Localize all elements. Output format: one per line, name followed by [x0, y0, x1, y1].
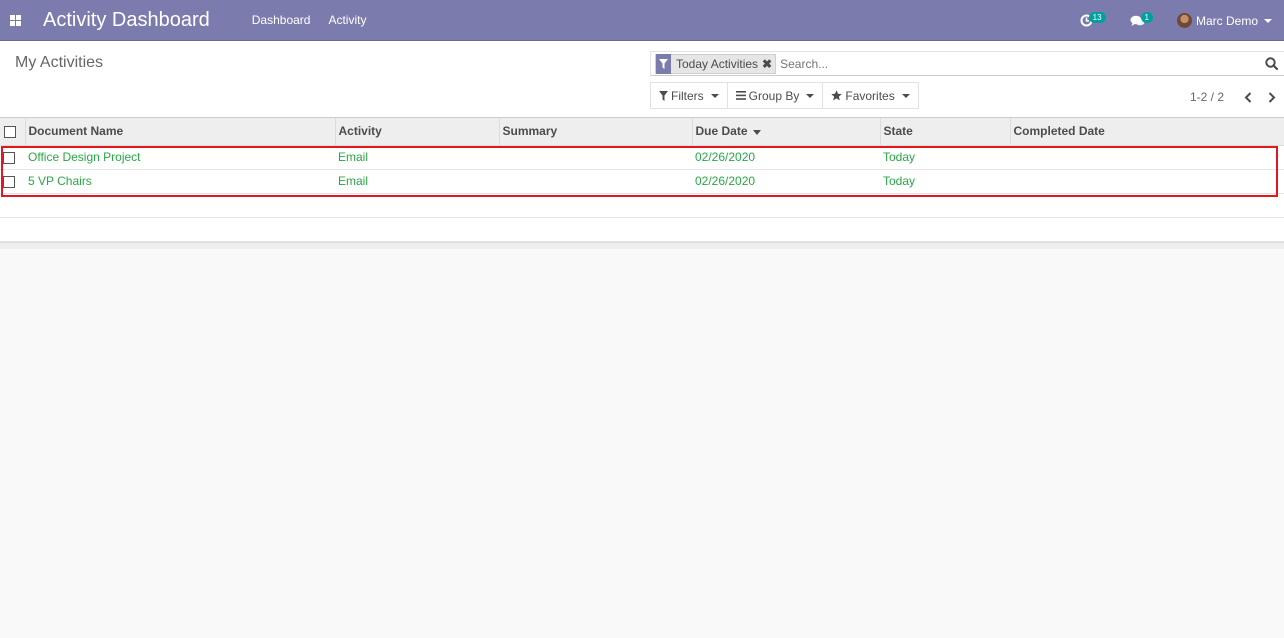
column-state[interactable]: State: [880, 118, 1011, 146]
chevron-left-icon[interactable]: [1236, 89, 1260, 105]
apps-menu-icon[interactable]: [0, 0, 30, 41]
bars-icon: [735, 91, 746, 100]
list-footer: [0, 242, 1284, 249]
table-row[interactable]: Office Design Project Email 02/26/2020 T…: [0, 145, 1284, 169]
cell-document-name[interactable]: Office Design Project: [25, 145, 335, 169]
menu-item-dashboard[interactable]: Dashboard: [252, 13, 311, 27]
pager-value[interactable]: 1-2 / 2: [1190, 90, 1224, 104]
column-completed-date[interactable]: Completed Date: [1010, 118, 1284, 146]
activity-count-badge: 13: [1088, 12, 1106, 23]
filter-icon: [656, 53, 671, 74]
user-menu[interactable]: Marc Demo: [1176, 13, 1272, 28]
pager: 1-2 / 2: [1190, 89, 1284, 105]
empty-row: [0, 217, 1284, 241]
select-all-checkbox[interactable]: [4, 126, 16, 139]
user-name: Marc Demo: [1195, 13, 1258, 28]
filter-icon: [659, 90, 668, 101]
app-title: Activity Dashboard: [43, 8, 210, 31]
activities-table: Document Name Activity Summary Due Date …: [0, 118, 1284, 242]
facet-label: Today Activities: [676, 56, 759, 71]
empty-cell: [0, 217, 1284, 241]
remove-facet-icon[interactable]: ✖: [762, 57, 775, 71]
star-icon: [831, 90, 843, 101]
cell-completed-date: [1010, 169, 1284, 193]
sort-desc-icon: [752, 129, 761, 135]
activity-systray[interactable]: 13: [1080, 12, 1110, 27]
cell-summary: [499, 145, 692, 169]
favorites-label: Favorites: [845, 88, 895, 103]
chevron-right-icon[interactable]: [1260, 89, 1284, 105]
messaging-systray[interactable]: 1: [1130, 12, 1157, 27]
chevron-down-icon: [710, 93, 719, 98]
group-by-button[interactable]: Group By: [726, 82, 824, 109]
column-due-date-label: Due Date: [695, 124, 748, 139]
top-navbar: Activity Dashboard Dashboard Activity 13…: [0, 0, 1284, 41]
cell-activity: Email: [338, 174, 369, 188]
cell-state: Today: [883, 150, 916, 164]
avatar: [1176, 13, 1192, 28]
column-activity[interactable]: Activity: [335, 118, 500, 146]
filters-label: Filters: [671, 88, 704, 103]
search-input[interactable]: [780, 56, 1260, 71]
group-by-label: Group By: [748, 88, 800, 103]
column-due-date[interactable]: Due Date: [692, 118, 881, 146]
search-bar: Today Activities ✖: [650, 51, 1284, 76]
cell-completed-date: [1010, 145, 1284, 169]
cell-summary: [499, 169, 692, 193]
chevron-down-icon: [901, 93, 910, 98]
control-panel: My Activities Today Activities ✖ Filters…: [0, 41, 1284, 118]
filters-button[interactable]: Filters: [650, 82, 728, 109]
menu-item-activity[interactable]: Activity: [328, 13, 366, 27]
search-facet: Today Activities ✖: [655, 53, 777, 74]
table-header: Document Name Activity Summary Due Date …: [0, 118, 1284, 146]
column-document-name[interactable]: Document Name: [25, 118, 336, 146]
search-icon[interactable]: [1260, 53, 1282, 75]
chevron-down-icon: [806, 93, 815, 98]
cell-due-date: 02/26/2020: [695, 174, 756, 188]
row-checkbox[interactable]: [3, 175, 15, 188]
empty-row: [0, 193, 1284, 217]
select-all-cell: [0, 118, 26, 146]
empty-cell: [0, 193, 1284, 217]
list-view: Document Name Activity Summary Due Date …: [0, 118, 1284, 249]
cell-document-name[interactable]: 5 VP Chairs: [25, 169, 335, 193]
favorites-button[interactable]: Favorites: [822, 82, 919, 109]
chevron-down-icon: [1264, 18, 1272, 23]
row-checkbox[interactable]: [3, 151, 15, 164]
breadcrumb: My Activities: [15, 54, 104, 71]
message-count-badge: 1: [1140, 12, 1153, 23]
cell-activity: Email: [338, 150, 369, 164]
row-select-cell: [0, 169, 25, 193]
column-summary[interactable]: Summary: [499, 118, 693, 146]
cell-due-date: 02/26/2020: [695, 150, 756, 164]
table-row[interactable]: 5 VP Chairs Email 02/26/2020 Today: [0, 169, 1284, 193]
cell-state: Today: [883, 174, 916, 188]
row-select-cell: [0, 145, 25, 169]
